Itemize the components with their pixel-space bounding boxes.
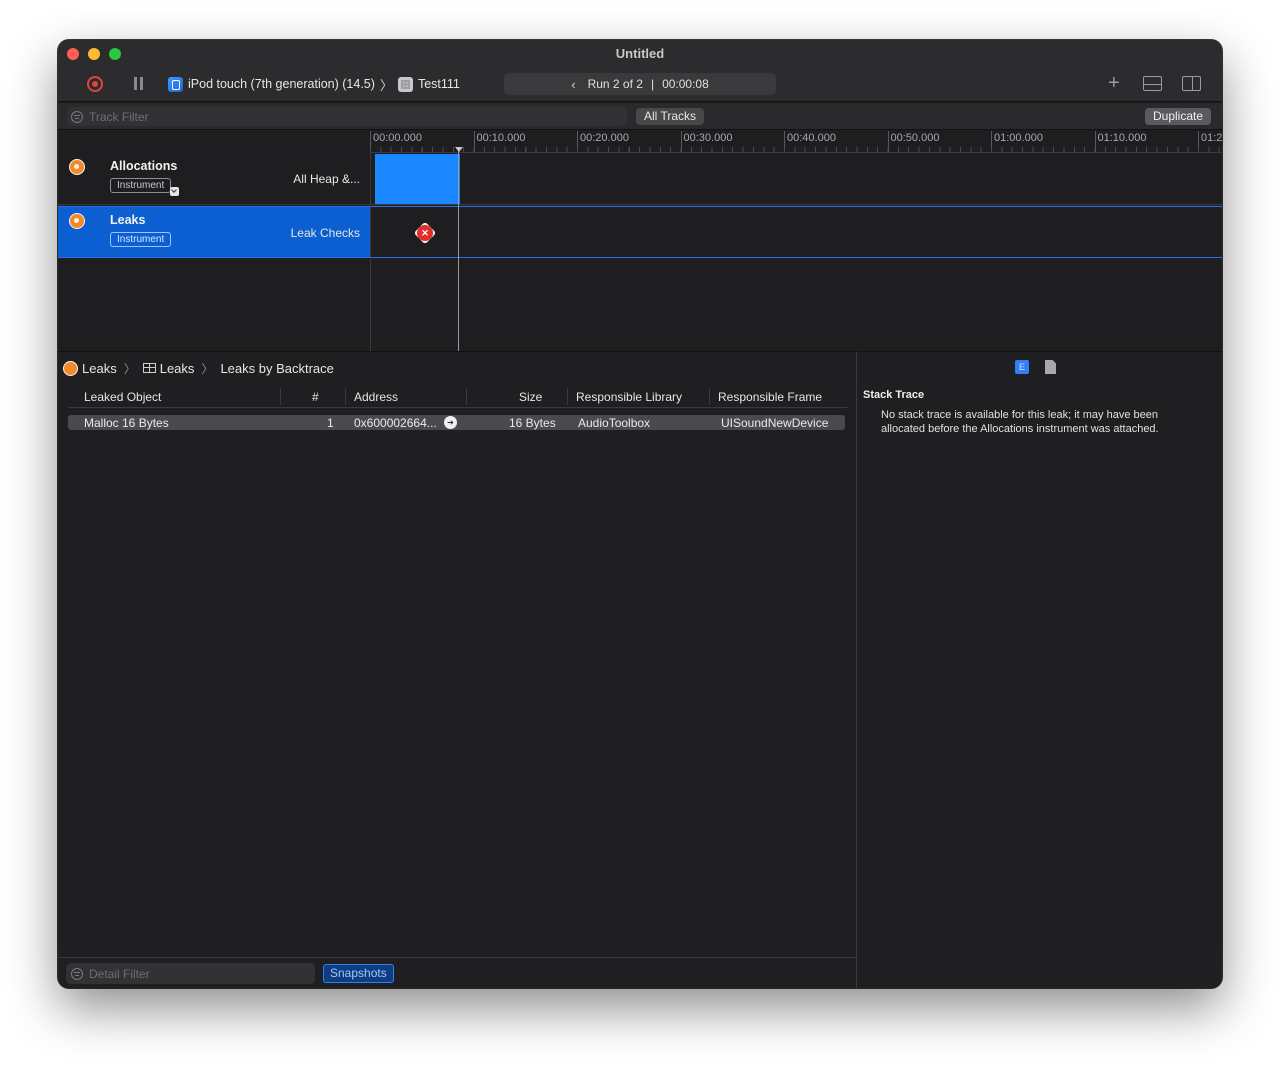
- allocations-instrument-icon: [69, 159, 85, 175]
- track-detail-label[interactable]: Leak Checks: [291, 226, 360, 240]
- ruler-minor-ticks: [370, 147, 1222, 152]
- record-button[interactable]: [87, 76, 103, 92]
- inspector-tabs: [1015, 360, 1056, 374]
- run-label: Run 2 of 2: [587, 77, 643, 91]
- chevron-left-icon[interactable]: ‹: [571, 77, 575, 92]
- breadcrumb-instrument[interactable]: Leaks: [82, 361, 117, 376]
- time-ruler[interactable]: 00:00.000 00:10.000 00:20.000 00:30.000 …: [370, 131, 1222, 153]
- detail-footer: Snapshots: [58, 957, 856, 988]
- column-divider[interactable]: [466, 388, 467, 405]
- toolbar: Untitled iPod touch (7th generation) (14…: [58, 40, 1222, 102]
- duplicate-button[interactable]: Duplicate: [1145, 108, 1212, 125]
- column-responsible-library[interactable]: Responsible Library: [576, 390, 682, 404]
- detail-filter-field[interactable]: [66, 963, 315, 984]
- toggle-detail-area-button[interactable]: [1143, 76, 1162, 91]
- pause-button[interactable]: [134, 77, 144, 90]
- breadcrumb: Leaks 〉 Leaks 〉 Leaks by Backtrace: [63, 359, 334, 377]
- track-header[interactable]: Leaks Instrument Leak Checks: [58, 207, 370, 257]
- column-divider[interactable]: [567, 388, 568, 405]
- track-allocations[interactable]: Allocations Instrument All Heap &...: [58, 153, 1222, 205]
- extended-detail-icon[interactable]: [1015, 360, 1029, 374]
- inspector-pane: Stack Trace No stack trace is available …: [856, 351, 1222, 988]
- track-graph[interactable]: [370, 207, 1222, 257]
- column-responsible-frame[interactable]: Responsible Frame: [718, 390, 822, 404]
- playhead-handle[interactable]: [455, 147, 463, 152]
- cell-size: 16 Bytes: [509, 416, 556, 430]
- track-filter-field[interactable]: [67, 107, 627, 126]
- track-header[interactable]: Allocations Instrument All Heap &...: [58, 153, 370, 204]
- allocation-graph-bar: [375, 154, 460, 204]
- snapshots-button[interactable]: Snapshots: [323, 964, 394, 983]
- toggle-inspector-button[interactable]: [1182, 76, 1201, 91]
- run-selector[interactable]: ‹ Run 2 of 2 | 00:00:08: [504, 73, 776, 95]
- cell-address: 0x600002664...: [354, 416, 437, 430]
- track-list-empty-area: [58, 259, 370, 351]
- stack-trace-message: No stack trace is available for this lea…: [881, 409, 1159, 435]
- window-title: Untitled: [615, 46, 665, 61]
- chevron-down-icon[interactable]: [170, 187, 179, 196]
- table-row[interactable]: Malloc 16 Bytes 1 0x600002664... 16 Byte…: [68, 415, 845, 430]
- device-icon: [168, 76, 183, 92]
- breadcrumb-view[interactable]: Leaks: [160, 361, 195, 376]
- chevron-right-icon: 〉: [123, 361, 136, 376]
- detail-filter-input[interactable]: [89, 966, 304, 981]
- cell-leaked-object: Malloc 16 Bytes: [84, 416, 169, 430]
- filter-icon: [71, 967, 83, 980]
- track-filter-bar: All Tracks Duplicate: [58, 103, 1222, 130]
- run-time: 00:00:08: [662, 77, 709, 91]
- instruments-window: Untitled iPod touch (7th generation) (14…: [58, 40, 1222, 988]
- table-icon: [142, 363, 156, 373]
- column-address[interactable]: Address: [354, 390, 398, 404]
- leaks-instrument-icon: [63, 360, 78, 376]
- device-label: iPod touch (7th generation) (14.5): [188, 77, 375, 91]
- document-icon[interactable]: [1045, 360, 1056, 374]
- chevron-right-icon: 〉: [379, 77, 393, 93]
- track-graph-empty-area: [370, 259, 1222, 351]
- cell-count: 1: [327, 416, 334, 430]
- chevron-right-icon: 〉: [201, 361, 214, 376]
- column-divider[interactable]: [280, 388, 281, 405]
- target-selector[interactable]: iPod touch (7th generation) (14.5) 〉 Tes…: [168, 75, 460, 93]
- app-icon: [397, 76, 413, 92]
- leak-error-icon[interactable]: [413, 221, 437, 245]
- instrument-badge[interactable]: Instrument: [110, 232, 172, 247]
- target-label: Test111: [417, 77, 460, 91]
- track-leaks[interactable]: Leaks Instrument Leak Checks: [58, 206, 1222, 258]
- cell-responsible-library: AudioToolbox: [578, 416, 651, 430]
- table-header: Leaked Object # Address Size Responsible…: [68, 386, 848, 408]
- all-tracks-button[interactable]: All Tracks: [636, 108, 705, 125]
- column-count[interactable]: #: [312, 390, 319, 404]
- leaks-instrument-icon: [69, 213, 85, 229]
- column-leaked-object[interactable]: Leaked Object: [84, 390, 161, 404]
- instrument-badge[interactable]: Instrument: [110, 178, 172, 193]
- playhead[interactable]: [458, 149, 459, 351]
- track-name: Leaks: [110, 213, 146, 227]
- run-separator: |: [650, 77, 655, 91]
- breadcrumb-mode[interactable]: Leaks by Backtrace: [220, 361, 333, 376]
- track-detail-label[interactable]: All Heap &...: [293, 172, 360, 186]
- timeline: 00:00.000 00:10.000 00:20.000 00:30.000 …: [58, 131, 1222, 351]
- track-name: Allocations: [110, 159, 178, 173]
- cell-responsible-frame: UISoundNewDevice: [721, 416, 829, 430]
- filter-icon: [71, 110, 83, 123]
- track-filter-input[interactable]: [89, 109, 609, 124]
- add-instrument-button[interactable]: +: [1108, 73, 1120, 93]
- track-graph[interactable]: [370, 153, 1222, 204]
- detail-area: Leaks 〉 Leaks 〉 Leaks by Backtrace Leake…: [58, 351, 856, 988]
- stack-trace-title: Stack Trace: [863, 389, 925, 401]
- column-divider[interactable]: [345, 388, 346, 405]
- column-divider[interactable]: [709, 388, 710, 405]
- column-size[interactable]: Size: [519, 390, 542, 404]
- go-to-address-icon[interactable]: [444, 416, 457, 429]
